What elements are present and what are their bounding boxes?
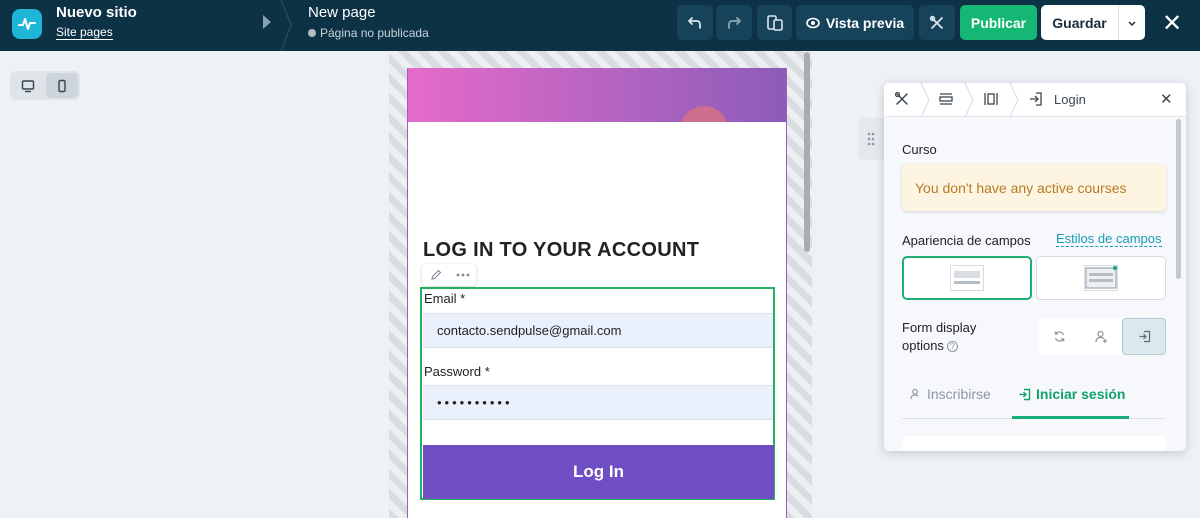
page-status-text: Página no publicada [320,26,429,40]
tab-login-label: Iniciar sesión [1036,386,1126,402]
display-option-register[interactable] [1080,318,1122,355]
breadcrumb-current: Login [1054,92,1086,107]
desktop-icon [21,79,35,92]
close-editor-button[interactable]: ✕ [1158,9,1186,37]
chevron-down-icon [1128,20,1136,26]
appearance-option-outlined[interactable] [1036,256,1166,300]
device-view-button[interactable] [757,5,792,40]
user-add-icon [1094,330,1107,343]
tab-content-card [902,436,1166,451]
email-label: Email * [424,291,466,306]
mobile-page-preview: LOG IN TO YOUR ACCOUNT Email * contacto.… [407,68,787,518]
site-pages-link[interactable]: Site pages [56,26,113,40]
publish-button[interactable]: Publicar [960,5,1037,40]
help-icon[interactable]: ? [946,341,958,353]
redo-icon [728,16,741,29]
field-style-flat-icon [950,265,984,291]
page-status: Página no publicada [308,26,429,40]
display-option-login[interactable] [1122,318,1166,355]
save-button[interactable]: Guardar [1041,5,1118,40]
tab-subscribe[interactable]: Inscribirse [910,386,991,402]
mobile-icon [58,79,66,92]
breadcrumb-separator [920,83,930,117]
app-logo-icon[interactable] [12,9,42,39]
form-display-label-line2: options [902,338,944,353]
password-field[interactable]: •••••••••• [423,385,773,420]
preview-button[interactable]: Vista previa [796,5,914,40]
field-styles-link[interactable]: Estilos de campos [1056,232,1162,247]
appearance-option-flat[interactable] [902,256,1032,300]
device-toggle [10,71,80,100]
user-add-icon [910,388,919,400]
canvas-scrollbar[interactable] [804,52,810,252]
status-dot-icon [308,29,316,37]
login-icon [1139,330,1150,343]
login-icon [1019,388,1031,400]
more-options-icon[interactable] [449,273,476,277]
breadcrumb-divider [280,0,292,51]
page-title[interactable]: New page [308,4,376,21]
password-label: Password * [424,364,490,379]
display-option-switch[interactable] [1038,318,1080,355]
section-icon[interactable] [938,91,954,107]
tools-icon[interactable] [894,91,910,107]
form-display-options [1038,318,1166,355]
caret-right-icon[interactable] [263,15,271,29]
email-field[interactable]: contacto.sendpulse@gmail.com [423,313,773,348]
drag-handle-icon [867,132,875,146]
refresh-icon [1053,331,1065,342]
panel-breadcrumb: Login ✕ [884,83,1186,117]
form-display-label-line1: Form display [902,320,977,335]
column-icon[interactable] [983,91,999,107]
undo-button[interactable] [677,5,713,40]
tab-subscribe-label: Inscribirse [927,386,991,402]
devices-icon [766,14,783,31]
desktop-view-button[interactable] [12,73,44,98]
site-title: Nuevo sitio [56,4,137,21]
design-tools-button[interactable] [919,5,955,40]
pencil-icon[interactable] [422,269,449,281]
top-bar: Nuevo sitio Site pages New page Página n… [0,0,1200,51]
panel-drag-handle[interactable] [858,118,884,160]
element-toolbar [422,264,476,286]
undo-icon [688,16,701,29]
active-tab-indicator [1012,416,1129,419]
login-heading[interactable]: LOG IN TO YOUR ACCOUNT [423,239,699,262]
mobile-view-button[interactable] [46,73,78,98]
field-style-outlined-icon [1084,265,1118,291]
breadcrumb-separator [1009,83,1019,117]
login-form[interactable]: Email * contacto.sendpulse@gmail.com Pas… [420,287,775,500]
hero-banner[interactable] [408,68,786,122]
redo-button[interactable] [716,5,752,40]
course-alert: You don't have any active courses [902,164,1166,211]
tools-icon [929,15,943,29]
course-label: Curso [902,142,937,157]
fields-appearance-label: Apariencia de campos [902,233,1031,248]
panel-scrollbar[interactable] [1176,119,1181,279]
preview-label: Vista previa [825,14,905,31]
login-icon [1028,91,1044,107]
form-display-label: Form display options? [902,319,976,355]
eye-icon [806,17,820,28]
settings-panel: Login ✕ Curso You don't have any active … [884,83,1186,451]
hero-decoration [680,106,728,122]
breadcrumb-separator [964,83,974,117]
close-icon[interactable]: ✕ [1160,90,1173,108]
tab-login[interactable]: Iniciar sesión [1018,386,1125,402]
save-options-button[interactable] [1118,5,1145,40]
login-button[interactable]: Log In [423,445,774,499]
